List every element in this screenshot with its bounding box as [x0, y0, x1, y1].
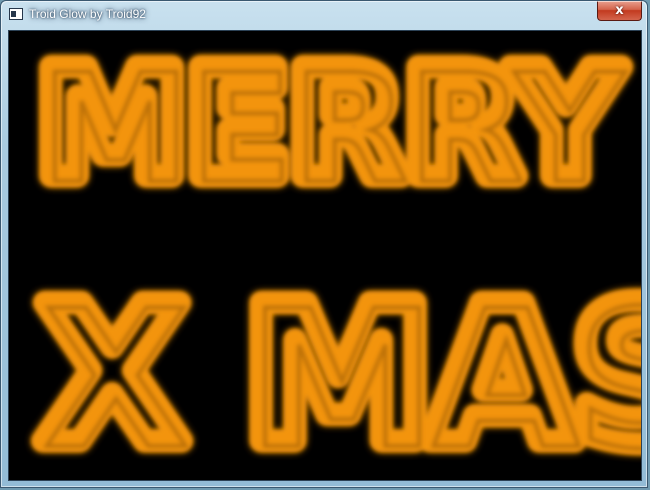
window-title: Troid Glow by Troid92 — [29, 7, 146, 21]
app-window: Troid Glow by Troid92 x MERRY X MAS MERR… — [0, 0, 648, 488]
shadow-line-2: X MAS — [43, 270, 641, 480]
glow-canvas: MERRY X MAS MERRY X MAS MERRY X MAS — [26, 31, 641, 480]
app-icon[interactable] — [9, 8, 23, 20]
shadow-line-1: MERRY — [41, 43, 627, 217]
title-bar[interactable]: Troid Glow by Troid92 x — [1, 1, 647, 29]
canvas-area[interactable]: MERRY X MAS MERRY X MAS MERRY X MAS — [8, 30, 642, 481]
close-button[interactable]: x — [597, 1, 642, 21]
